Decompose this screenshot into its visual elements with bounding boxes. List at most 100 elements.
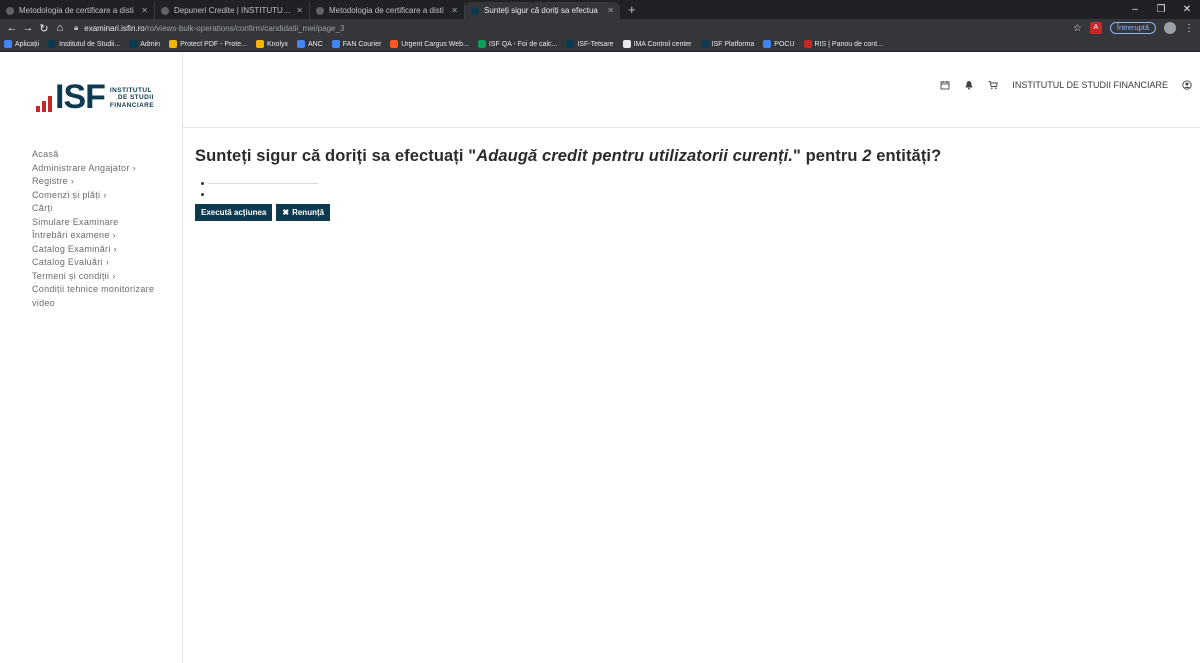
list-item (201, 189, 351, 200)
bookmark-item[interactable]: RIS | Panou de cont... (803, 40, 883, 48)
url-host: examinari.isfin.ro (84, 23, 145, 33)
pdf-extension-icon[interactable]: A (1089, 22, 1102, 34)
execute-action-button[interactable]: Execută acțiunea (195, 204, 273, 221)
bookmark-favicon-icon (390, 40, 399, 48)
sidebar-item-label: Catalog Evaluări (32, 257, 103, 267)
sidebar-item[interactable]: Simulare Examinare (32, 216, 172, 230)
bookmark-item[interactable]: Institutul de Studii... (48, 40, 120, 48)
tab-title: Sunteți sigur că doriți sa efectua (484, 6, 598, 15)
bookmark-item[interactable]: FAN Courier (331, 40, 381, 48)
tab-favicon-icon (471, 6, 479, 15)
action-buttons: Execută acțiunea ✖ Renunță (195, 204, 941, 221)
header-actions: INSTITUTUL DE STUDII FINANCIARE (940, 80, 1192, 90)
url-path: /ro/views-bulk-operations/confirm/candid… (144, 23, 345, 33)
bookmark-favicon-icon (331, 40, 340, 48)
sidebar-item[interactable]: Administrare Angajator › (32, 162, 172, 176)
bookmark-label: Protect PDF - Prote... (180, 40, 247, 48)
sidebar-item-label: Catalog Examinări (32, 243, 111, 254)
bookmark-item[interactable]: ANC (297, 40, 323, 48)
heading-text: Sunteți sigur că doriți sa efectuați " (195, 147, 477, 165)
sidebar-item-label: Termeni și condiții (32, 270, 110, 281)
chevron-right-icon: › (112, 270, 116, 281)
bullet-icon (201, 182, 204, 185)
sidebar-item[interactable]: Acasă (32, 148, 172, 162)
cart-icon[interactable] (988, 80, 999, 90)
bookmark-item[interactable]: Aplicații (4, 40, 39, 48)
bookmark-item[interactable]: Urgent Cargus Web... (390, 40, 469, 48)
bookmark-favicon-icon (566, 40, 575, 48)
user-org-name[interactable]: INSTITUTUL DE STUDII FINANCIARE (1012, 80, 1168, 90)
bookmark-item[interactable]: ISF QA - Foi de calc... (477, 40, 558, 48)
bookmark-item[interactable]: ISF Platforma (700, 40, 754, 48)
sidebar-item[interactable]: Catalog Examinări › (32, 243, 172, 257)
bookmark-item[interactable]: Admin (129, 40, 160, 48)
sidebar-item[interactable]: Întrebări examene › (32, 229, 172, 243)
tab-favicon-icon (316, 6, 324, 15)
minimize-icon[interactable]: – (1122, 4, 1148, 15)
main-content: Sunteți sigur că doriți sa efectuați "Ad… (195, 147, 941, 221)
heading-action-name: Adaugă credit pentru utilizatorii curenț… (476, 147, 794, 165)
bookmark-favicon-icon (622, 40, 631, 48)
home-icon[interactable]: ⌂ (52, 22, 68, 34)
bell-icon[interactable] (964, 80, 974, 90)
tab-title: Metodologia de certificare a disti (329, 6, 444, 15)
browser-tab[interactable]: Depuneri Credite | INSTITUTUL D ✕ (155, 2, 310, 19)
browser-tab-active[interactable]: Sunteți sigur că doriți sa efectua ✕ (465, 2, 620, 19)
maximize-icon[interactable]: ❐ (1148, 4, 1174, 15)
bookmark-item[interactable]: POCU (763, 40, 795, 48)
tab-close-icon[interactable]: ✕ (296, 6, 303, 15)
bookmark-label: Institutul de Studii... (59, 40, 121, 48)
bookmark-label: ISF QA - Foi de calc... (488, 40, 558, 48)
bookmarks-bar: Aplicații Institutul de Studii... Admin Pro… (0, 37, 1200, 52)
new-tab-button[interactable]: + (620, 2, 644, 19)
calendar-icon[interactable] (940, 80, 950, 90)
browser-tab[interactable]: Metodologia de certificare a disti ✕ (310, 2, 465, 19)
bookmark-favicon-icon (169, 40, 178, 48)
bookmark-item[interactable]: ISF-Tetsare (566, 40, 614, 48)
sync-paused-button[interactable]: Întreruptă (1109, 22, 1156, 34)
tab-close-icon[interactable]: ✕ (607, 6, 614, 15)
sidebar-item[interactable]: Cărți (32, 202, 172, 216)
sidebar-item[interactable]: Condiții tehnice monitorizare video (32, 283, 172, 310)
sidebar-item-label: Simulare Examinare (32, 216, 119, 227)
tab-title: Depuneri Credite | INSTITUTUL D (174, 6, 293, 15)
forward-icon[interactable]: → (20, 22, 36, 34)
chevron-right-icon: › (132, 162, 136, 173)
close-window-icon[interactable]: ✕ (1174, 4, 1200, 15)
browser-toolbar: ← → ↻ ⌂ 🔒︎ examinari.isfin.ro /ro/views-… (0, 19, 1200, 37)
web-page: ISF INSTITUTUL DE STUDII FINANCIARE INST… (0, 52, 1200, 663)
profile-avatar-icon[interactable] (1164, 22, 1176, 34)
sidebar-item[interactable]: Comenzi și plăți › (32, 189, 172, 203)
bookmark-favicon-icon (297, 40, 305, 48)
user-account-icon[interactable] (1182, 80, 1192, 90)
bookmark-label: ISF-Tetsare (577, 40, 614, 48)
isf-logo[interactable]: ISF INSTITUTUL DE STUDII FINANCIARE (36, 80, 154, 114)
logo-sub-line: FINANCIARE (109, 101, 154, 109)
chevron-right-icon: › (70, 176, 75, 186)
browser-menu-icon[interactable]: ⋮ (1184, 23, 1194, 34)
sidebar-item[interactable]: Termeni și condiții › (32, 270, 172, 284)
sidebar-item-label: Comenzi și plăți (32, 189, 101, 200)
bookmark-star-icon[interactable]: ☆ (1073, 23, 1082, 34)
sidebar-item[interactable]: Registre › (32, 175, 172, 189)
list-item (201, 178, 351, 189)
cancel-button[interactable]: ✖ Renunță (276, 204, 331, 221)
close-icon: ✖ (282, 208, 290, 217)
back-icon[interactable]: ← (4, 22, 20, 34)
bullet-icon (201, 193, 204, 196)
address-bar[interactable]: 🔒︎ examinari.isfin.ro /ro/views-bulk-ope… (74, 23, 1073, 33)
reload-icon[interactable]: ↻ (36, 22, 52, 35)
bookmark-item[interactable]: Protect PDF - Prote... (169, 40, 247, 48)
bookmark-item[interactable]: IMA Control center (622, 40, 692, 48)
bookmark-favicon-icon (477, 40, 486, 48)
tab-close-icon[interactable]: ✕ (451, 6, 458, 15)
bookmark-favicon-icon (700, 40, 709, 48)
lock-icon: 🔒︎ (74, 23, 79, 32)
browser-tab[interactable]: Metodologia de certificare a disti ✕ (0, 2, 155, 19)
sidebar-item[interactable]: Catalog Evaluări › (32, 256, 172, 270)
tab-close-icon[interactable]: ✕ (141, 6, 148, 15)
toolbar-right: ☆ A Întreruptă ⋮ (1073, 22, 1200, 34)
bookmark-item[interactable]: Knolyx (255, 40, 288, 48)
sidebar-item-label: Condiții tehnice monitorizare video (32, 284, 155, 308)
logo-sub-line: INSTITUTUL (109, 86, 152, 94)
